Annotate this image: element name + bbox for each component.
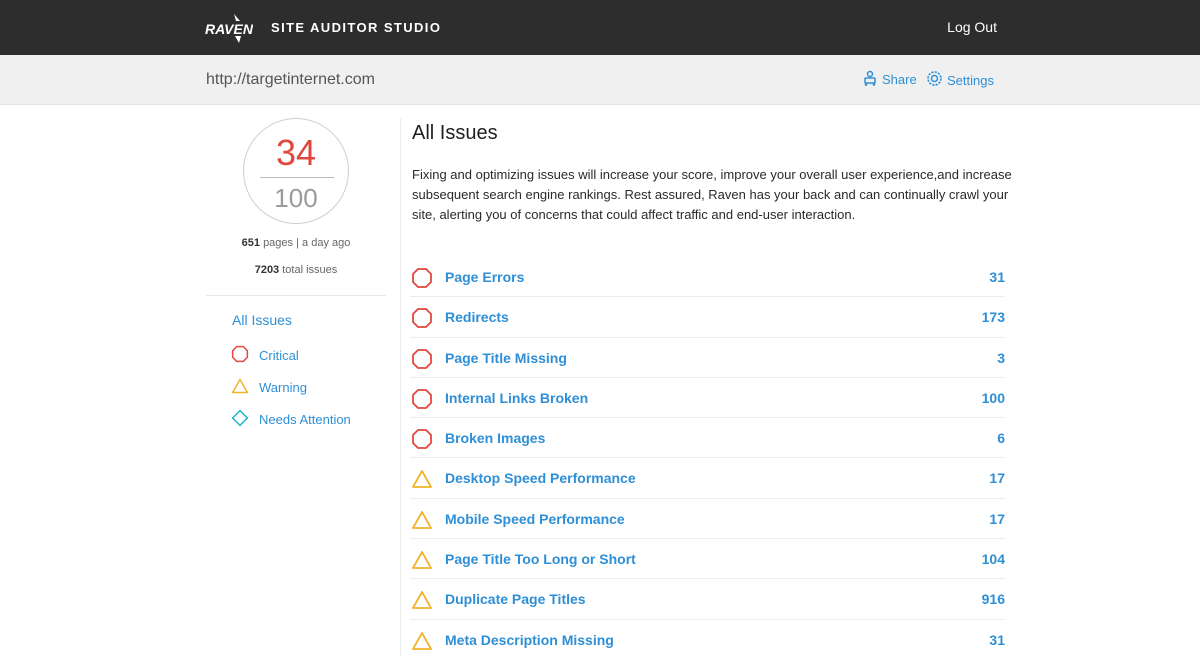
issue-row[interactable]: Page Title Too Long or Short 104 bbox=[410, 539, 1005, 580]
logout-link[interactable]: Log Out bbox=[947, 19, 997, 35]
total-issues-count: 7203 bbox=[254, 264, 280, 276]
filter-all-issues[interactable]: All Issues bbox=[232, 312, 292, 328]
svg-text:RAVEN: RAVEN bbox=[205, 21, 253, 37]
issue-row[interactable]: Broken Images 6 bbox=[410, 418, 1005, 459]
issues-summary: 7203 total issues bbox=[206, 264, 386, 276]
last-crawl: a day ago bbox=[302, 237, 351, 249]
octagon-icon bbox=[411, 348, 433, 370]
issue-label[interactable]: Desktop Speed Performance bbox=[445, 470, 636, 486]
page-title: All Issues bbox=[412, 122, 498, 144]
octagon-icon bbox=[411, 307, 433, 329]
octagon-icon bbox=[411, 388, 433, 410]
issue-count: 916 bbox=[981, 591, 1005, 608]
issue-label[interactable]: Page Title Too Long or Short bbox=[445, 551, 636, 567]
pages-count: 651 bbox=[241, 237, 260, 249]
triangle-icon bbox=[411, 630, 433, 652]
issue-label[interactable]: Page Errors bbox=[445, 269, 524, 285]
issue-label[interactable]: Page Title Missing bbox=[445, 350, 567, 366]
octagon-icon bbox=[411, 428, 433, 450]
score-circle: 34 100 bbox=[243, 118, 349, 224]
filter-attention-label: Needs Attention bbox=[259, 412, 351, 427]
issue-row[interactable]: Duplicate Page Titles 916 bbox=[410, 579, 1005, 620]
app-title: SITE AUDITOR STUDIO bbox=[271, 20, 442, 35]
site-url-bar: http://targetinternet.com Share Settings bbox=[0, 55, 1200, 105]
octagon-icon bbox=[231, 345, 249, 366]
triangle-icon bbox=[411, 468, 433, 490]
issue-label[interactable]: Mobile Speed Performance bbox=[445, 511, 625, 527]
issue-row[interactable]: Redirects 173 bbox=[410, 297, 1005, 338]
filter-warning-label: Warning bbox=[259, 380, 307, 395]
issue-count: 173 bbox=[981, 309, 1005, 326]
issue-label[interactable]: Broken Images bbox=[445, 430, 545, 446]
issue-count: 31 bbox=[989, 269, 1005, 285]
issue-row[interactable]: Page Errors 31 bbox=[410, 257, 1005, 298]
sidebar-divider bbox=[206, 295, 386, 296]
gear-icon bbox=[926, 70, 943, 90]
issue-list: Page Errors 31 Redirects 173 Page Title … bbox=[410, 257, 1005, 657]
share-button[interactable]: Share bbox=[862, 70, 917, 89]
issue-count: 6 bbox=[997, 430, 1005, 447]
content-divider bbox=[400, 118, 401, 657]
issue-count: 104 bbox=[981, 551, 1005, 568]
issue-count: 100 bbox=[981, 389, 1005, 406]
filter-needs-attention[interactable]: Needs Attention bbox=[231, 409, 351, 430]
issue-label[interactable]: Redirects bbox=[445, 309, 509, 325]
score-value: 34 bbox=[275, 132, 317, 173]
settings-button[interactable]: Settings bbox=[926, 70, 994, 90]
issue-label[interactable]: Meta Description Missing bbox=[445, 632, 614, 648]
issue-row[interactable]: Mobile Speed Performance 17 bbox=[410, 499, 1005, 540]
share-icon bbox=[862, 70, 878, 89]
filter-critical[interactable]: Critical bbox=[231, 345, 299, 366]
raven-logo[interactable]: RAVEN bbox=[205, 12, 253, 44]
issue-row[interactable]: Page Title Missing 3 bbox=[410, 338, 1005, 378]
filter-warning[interactable]: Warning bbox=[231, 377, 307, 398]
issue-count: 3 bbox=[997, 349, 1005, 366]
triangle-icon bbox=[411, 549, 433, 571]
share-label: Share bbox=[882, 72, 917, 87]
issue-count: 17 bbox=[989, 510, 1005, 527]
issue-row[interactable]: Internal Links Broken 100 bbox=[410, 378, 1005, 419]
pages-summary: 651 pages | a day ago bbox=[206, 237, 386, 249]
octagon-icon bbox=[411, 267, 433, 289]
triangle-icon bbox=[411, 509, 433, 531]
page-description: Fixing and optimizing issues will increa… bbox=[412, 167, 1012, 222]
total-issues-suffix: total issues bbox=[282, 264, 338, 276]
issue-label[interactable]: Duplicate Page Titles bbox=[445, 591, 586, 607]
top-bar: RAVEN SITE AUDITOR STUDIO Log Out bbox=[0, 0, 1200, 55]
score-divider bbox=[260, 177, 334, 178]
issue-label[interactable]: Internal Links Broken bbox=[445, 390, 588, 406]
triangle-icon bbox=[411, 589, 433, 611]
issue-row[interactable]: Meta Description Missing 31 bbox=[410, 620, 1005, 657]
issue-count: 31 bbox=[989, 631, 1005, 648]
triangle-icon bbox=[231, 377, 249, 398]
site-url: http://targetinternet.com bbox=[206, 71, 375, 88]
issue-row[interactable]: Desktop Speed Performance 17 bbox=[410, 458, 1005, 499]
filter-critical-label: Critical bbox=[259, 348, 299, 363]
diamond-icon bbox=[231, 409, 249, 430]
settings-label: Settings bbox=[947, 72, 994, 88]
separator: | bbox=[296, 237, 299, 249]
pages-suffix: pages bbox=[263, 237, 294, 249]
score-max: 100 bbox=[274, 183, 318, 213]
issue-count: 17 bbox=[989, 470, 1005, 487]
